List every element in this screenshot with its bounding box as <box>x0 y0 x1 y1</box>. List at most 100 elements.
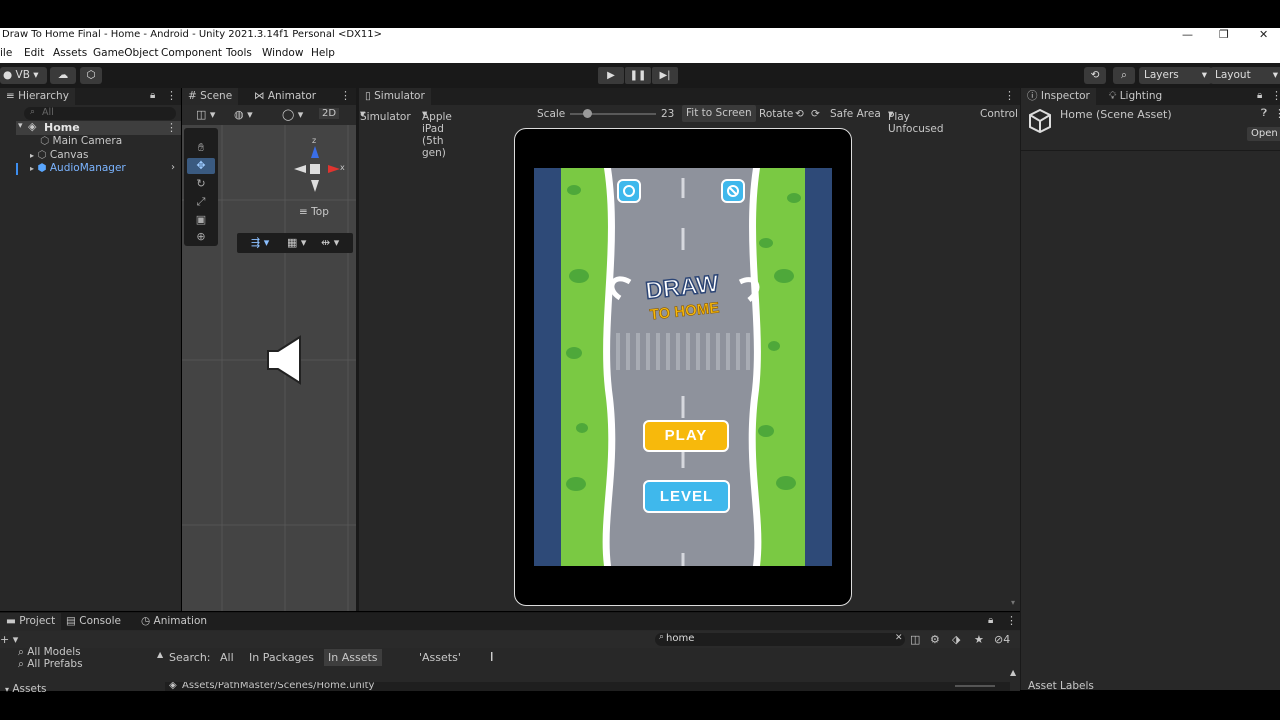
gameobject-icon: ⬡ <box>40 135 50 147</box>
scroll-up-icon[interactable]: ▲ <box>1010 668 1020 678</box>
tree-item-canvas[interactable]: ▸ ⬡ Canvas <box>30 149 88 162</box>
open-button[interactable]: Open <box>1247 127 1280 141</box>
minimize-button[interactable]: — <box>1182 28 1193 41</box>
filter-all[interactable]: All <box>220 651 234 664</box>
tab-simulator[interactable]: ▯ Simulator <box>359 88 431 105</box>
device-dropdown[interactable]: Apple iPad (5th gen) ▾ <box>422 108 452 159</box>
account-dropdown[interactable]: ● VB ▾ <box>0 67 47 84</box>
tab-console[interactable]: ▤ Console <box>60 613 127 630</box>
maximize-button[interactable]: ❐ <box>1219 28 1229 41</box>
search-by-type-icon[interactable]: ◫ <box>910 633 920 646</box>
search-icon: ⌕ <box>18 646 24 658</box>
menu-file[interactable]: ile <box>0 47 12 59</box>
cloud-icon[interactable]: ☁ <box>50 67 76 84</box>
hierarchy-filter-icon[interactable]: ⚙︎ <box>930 633 940 646</box>
history-icon[interactable]: ⟲ <box>1084 67 1106 84</box>
zoom-slider[interactable] <box>955 685 995 687</box>
play-mode-dropdown[interactable]: Play Unfocused ▾ <box>888 108 943 135</box>
tree-item-main-camera[interactable]: ⬡ Main Camera <box>40 135 122 148</box>
menu-gameobject[interactable]: GameObject <box>93 47 158 59</box>
mode-dropdown[interactable]: Simulator ▾ <box>360 108 411 123</box>
window-title-bar: Draw To Home Final - Home - Android - Un… <box>0 28 1280 45</box>
menu-assets[interactable]: Assets <box>53 47 87 59</box>
tab-animator[interactable]: ⋈ Animator <box>248 88 322 105</box>
collab-icon[interactable]: ⬡ <box>80 67 102 84</box>
menu-edit[interactable]: Edit <box>24 47 44 59</box>
grid-snap-icon[interactable]: ▦ ▾ <box>287 236 306 249</box>
filter-in-assets[interactable]: In Assets <box>324 649 382 666</box>
menu-tools[interactable]: Tools <box>226 47 252 59</box>
scale-tool-icon[interactable]: ⤢ <box>187 194 215 210</box>
play-game-button[interactable]: PLAY <box>643 420 729 452</box>
layers-dropdown[interactable]: Layers ▾ <box>1139 67 1212 84</box>
favorite-icon[interactable]: ★ <box>974 633 984 646</box>
globe-icon[interactable]: ◍ ▾ <box>234 108 253 121</box>
scale-slider[interactable] <box>570 109 656 118</box>
menu-component[interactable]: Component <box>161 47 222 59</box>
window-title: Draw To Home Final - Home - Android - Un… <box>2 29 382 40</box>
simulator-icon: ▯ <box>365 90 371 102</box>
hidden-count-icon[interactable]: ⊘4 <box>994 633 1010 646</box>
layout-dropdown[interactable]: Layout ▾ <box>1210 67 1280 84</box>
level-button[interactable]: LEVEL <box>643 480 730 513</box>
chevron-right-icon[interactable]: › <box>171 162 175 173</box>
close-window-button[interactable]: ✕ <box>1259 28 1268 41</box>
hierarchy-search-input[interactable]: ⌕ All <box>24 107 176 120</box>
scale-slider-thumb[interactable] <box>583 109 593 118</box>
tab-lighting[interactable]: 💡︎ Lighting <box>1103 88 1168 105</box>
panel-menu-icon[interactable]: ⋮ <box>1006 614 1017 627</box>
label-icon[interactable]: ⬗ <box>952 633 960 646</box>
assets-folder[interactable]: ▾ Assets <box>5 683 47 696</box>
orientation-gizmo[interactable]: z x <box>290 136 350 196</box>
lock-icon[interactable]: 🔒︎ <box>1257 90 1262 101</box>
rotate-left-icon[interactable]: ⟲ <box>795 108 804 120</box>
project-search-input[interactable]: ⌕ home ✕ <box>655 632 905 646</box>
play-button[interactable]: ▶ <box>598 67 624 84</box>
fit-to-screen-toggle[interactable]: Fit to Screen <box>682 105 756 122</box>
pause-button[interactable]: ❚❚ <box>625 67 651 84</box>
menu-window[interactable]: Window <box>262 47 303 59</box>
tab-scene[interactable]: # Scene <box>182 88 239 105</box>
scene-row-home[interactable]: ▾ ◈ Home ⋮ <box>16 120 181 135</box>
rotate-right-icon[interactable]: ⟳ <box>811 108 820 120</box>
panel-menu-icon[interactable]: ⋮ <box>1271 89 1280 102</box>
scroll-up-icon[interactable]: ▲ <box>157 650 163 659</box>
scene-menu-icon[interactable]: ⋮ <box>166 121 177 134</box>
lock-icon[interactable]: 🔒︎ <box>988 615 993 626</box>
panel-menu-icon[interactable]: ⋮ <box>1004 89 1015 102</box>
scroll-down-icon[interactable]: ▾ <box>1011 598 1015 607</box>
add-asset-icon[interactable]: + ▾ <box>0 633 18 646</box>
shading-icon[interactable]: ◯ ▾ <box>282 108 303 121</box>
help-icon[interactable]: ❓︎ <box>1261 108 1267 119</box>
asset-menu-icon[interactable]: ⋮ <box>1274 107 1280 120</box>
tab-project[interactable]: ▬ Project <box>0 613 62 630</box>
settings-button[interactable] <box>617 179 641 203</box>
rect-tool-icon[interactable]: ▣ <box>187 212 215 228</box>
safe-area-toggle[interactable]: Safe Area <box>830 108 881 120</box>
step-button[interactable]: ▶| <box>652 67 678 84</box>
lock-icon[interactable]: 🔒︎ <box>150 90 155 101</box>
2d-toggle[interactable]: 2D <box>319 108 340 119</box>
draw-mode-icon[interactable]: ◫ ▾ <box>196 108 215 121</box>
menu-help[interactable]: Help <box>311 47 335 59</box>
move-tool-icon[interactable]: ✥ <box>187 158 215 174</box>
tab-hierarchy[interactable]: ≡ Hierarchy <box>0 88 75 105</box>
panel-menu-icon[interactable]: ⋮ <box>340 89 351 102</box>
increment-snap-icon[interactable]: ⇹ ▾ <box>321 236 339 249</box>
transform-tool-icon[interactable]: ⊕ <box>187 229 215 245</box>
search-icon[interactable]: ⌕ <box>1113 67 1135 84</box>
tree-item-audiomanager[interactable]: ▸ ⬢ AudioManager <box>30 162 126 175</box>
favorite-all-prefabs[interactable]: ⌕ All Prefabs <box>18 658 83 671</box>
hand-tool-icon[interactable]: ✋︎ <box>187 140 215 156</box>
snap-settings-icon[interactable]: ⇶ ▾ <box>251 236 269 249</box>
control-menu[interactable]: Control <box>980 108 1018 120</box>
tab-inspector[interactable]: ⓘ Inspector <box>1021 88 1096 105</box>
rotate-tool-icon[interactable]: ↻ <box>187 176 215 192</box>
clear-search-icon[interactable]: ✕ <box>895 633 903 643</box>
unity-scene-icon: ◈ <box>169 682 177 691</box>
tab-animation[interactable]: ◷ Animation <box>135 613 213 630</box>
filter-in-packages[interactable]: In Packages <box>249 651 314 664</box>
panel-menu-icon[interactable]: ⋮ <box>166 89 177 102</box>
search-label: Search: <box>169 651 211 664</box>
filter-assets-folder[interactable]: 'Assets' <box>419 651 461 664</box>
